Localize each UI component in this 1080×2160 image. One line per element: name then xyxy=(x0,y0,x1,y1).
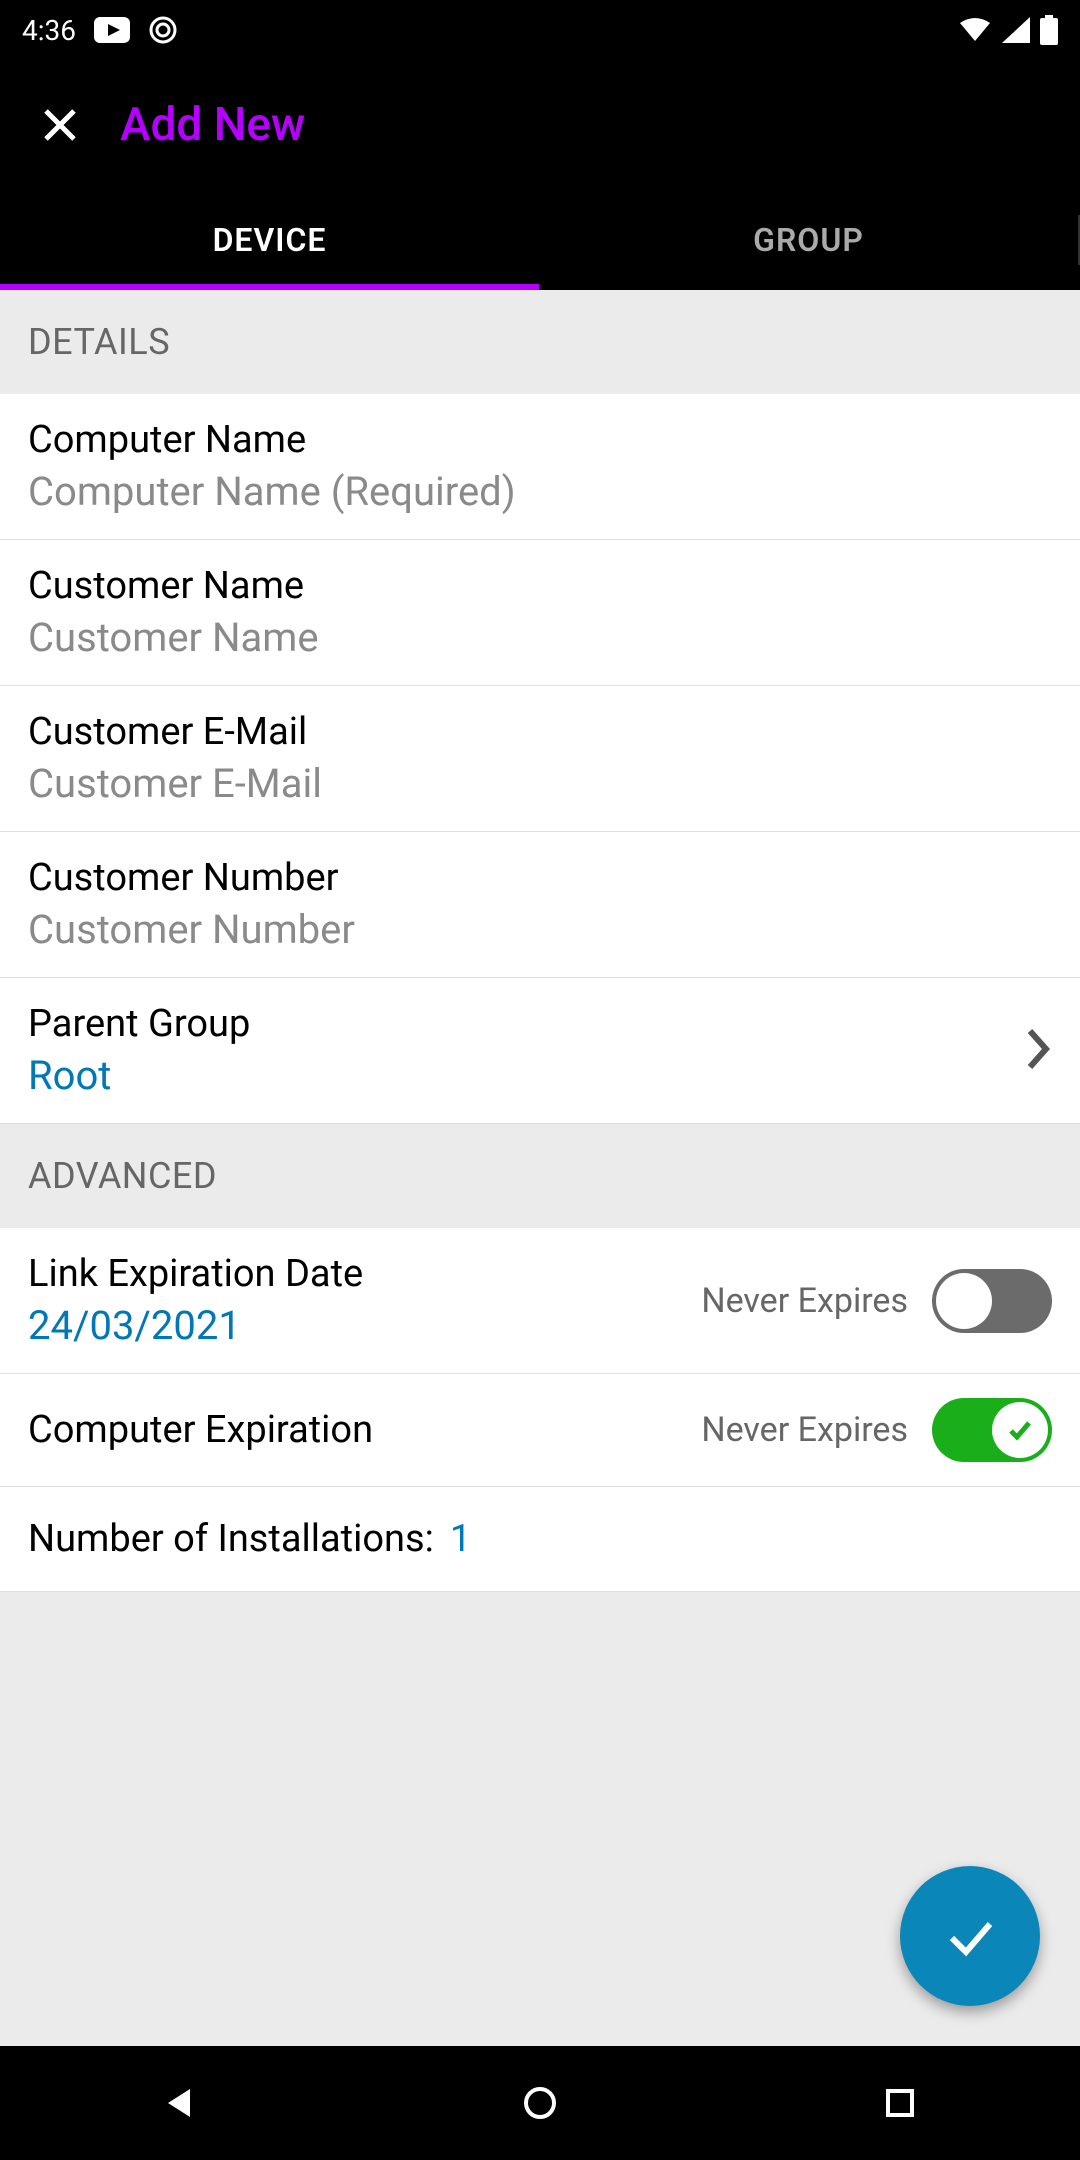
row-parent-group[interactable]: Parent Group Root xyxy=(0,978,1080,1124)
tab-device[interactable]: DEVICE xyxy=(0,190,539,290)
installations-label: Number of Installations: xyxy=(28,1517,434,1561)
link-expiration-toggle[interactable] xyxy=(932,1269,1052,1333)
row-customer-name[interactable]: Customer Name xyxy=(0,540,1080,686)
customer-name-input[interactable] xyxy=(28,614,1052,661)
toggle-knob xyxy=(936,1273,992,1329)
cell-signal-icon xyxy=(1002,17,1030,43)
content: DETAILS Computer Name Customer Name Cust… xyxy=(0,290,1080,2046)
link-expiration-value[interactable]: 24/03/2021 xyxy=(28,1302,701,1349)
parent-group-label: Parent Group xyxy=(28,1002,1024,1046)
tab-device-label: DEVICE xyxy=(213,221,327,259)
confirm-fab[interactable] xyxy=(900,1866,1040,2006)
parent-group-value: Root xyxy=(28,1052,1024,1099)
row-link-expiration: Link Expiration Date 24/03/2021 Never Ex… xyxy=(0,1228,1080,1374)
section-header-advanced: ADVANCED xyxy=(0,1124,1080,1228)
row-customer-number[interactable]: Customer Number xyxy=(0,832,1080,978)
customer-email-input[interactable] xyxy=(28,760,1052,807)
chevron-right-icon xyxy=(1024,1027,1052,1075)
tab-group[interactable]: GROUP xyxy=(539,190,1078,290)
installations-value: 1 xyxy=(450,1517,471,1561)
tab-bar: DEVICE GROUP xyxy=(0,190,1080,290)
computer-expiration-label: Computer Expiration xyxy=(28,1408,701,1452)
close-button[interactable] xyxy=(30,95,90,155)
row-installations[interactable]: Number of Installations: 1 xyxy=(0,1487,1080,1592)
status-right xyxy=(958,15,1058,45)
link-expiration-never-label: Never Expires xyxy=(701,1281,908,1321)
tab-group-label: GROUP xyxy=(753,221,864,259)
customer-name-label: Customer Name xyxy=(28,564,1052,608)
nav-recents-button[interactable] xyxy=(864,2067,936,2139)
customer-number-input[interactable] xyxy=(28,906,1052,953)
battery-icon xyxy=(1040,15,1058,45)
nav-home-button[interactable] xyxy=(504,2067,576,2139)
check-icon xyxy=(1005,1415,1035,1445)
header: Add New xyxy=(0,60,1080,190)
youtube-icon xyxy=(94,17,130,43)
close-icon xyxy=(40,105,80,145)
section-header-details: DETAILS xyxy=(0,290,1080,394)
status-bar: 4:36 xyxy=(0,0,1080,60)
circle-home-icon xyxy=(520,2083,560,2123)
computer-expiration-never-label: Never Expires xyxy=(701,1410,908,1450)
status-left: 4:36 xyxy=(22,14,178,47)
row-computer-expiration: Computer Expiration Never Expires xyxy=(0,1374,1080,1487)
square-recents-icon xyxy=(880,2083,920,2123)
customer-email-label: Customer E-Mail xyxy=(28,710,1052,754)
toggle-knob xyxy=(992,1402,1048,1458)
computer-expiration-toggle[interactable] xyxy=(932,1398,1052,1462)
customer-number-label: Customer Number xyxy=(28,856,1052,900)
status-time: 4:36 xyxy=(22,14,76,47)
computer-name-label: Computer Name xyxy=(28,418,1052,462)
circle-slash-icon xyxy=(148,15,178,45)
android-nav-bar xyxy=(0,2046,1080,2160)
nav-back-button[interactable] xyxy=(144,2067,216,2139)
wifi-icon xyxy=(958,17,992,43)
triangle-back-icon xyxy=(160,2083,200,2123)
row-computer-name[interactable]: Computer Name xyxy=(0,394,1080,540)
link-expiration-label: Link Expiration Date xyxy=(28,1252,701,1296)
row-customer-email[interactable]: Customer E-Mail xyxy=(0,686,1080,832)
page-title: Add New xyxy=(120,98,305,152)
check-icon xyxy=(940,1906,1000,1966)
computer-name-input[interactable] xyxy=(28,468,1052,515)
